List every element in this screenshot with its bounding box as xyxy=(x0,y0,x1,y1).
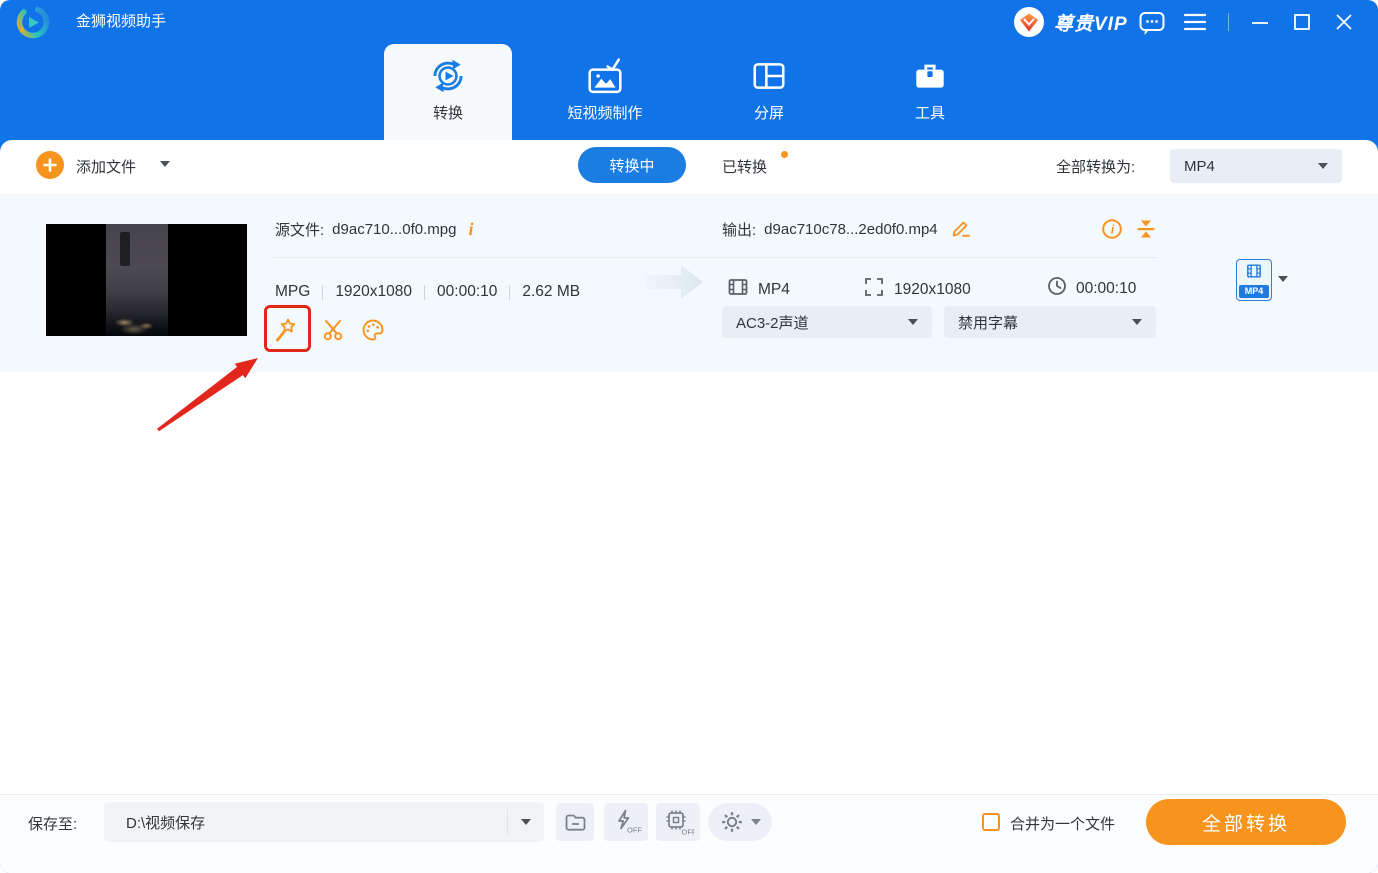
tab-converting[interactable]: 转换中 xyxy=(578,147,686,183)
open-folder-button[interactable] xyxy=(556,803,594,841)
settings-caret-icon xyxy=(750,819,761,825)
svg-text:OFF: OFF xyxy=(627,826,642,835)
output-file-line: 输出: d9ac710c78...2ed0f0.mp4 xyxy=(722,217,972,241)
tab-split-screen[interactable]: 分屏 xyxy=(712,44,826,140)
source-filename: d9ac710...0f0.mpg xyxy=(332,220,457,238)
compress-icon[interactable] xyxy=(1134,217,1158,241)
source-duration: 00:00:10 xyxy=(437,283,498,300)
file-format-caret-icon[interactable] xyxy=(1278,276,1288,282)
trim-scissors-icon[interactable] xyxy=(320,317,346,343)
out-format: MP4 xyxy=(758,280,790,298)
tab-tools-label: 工具 xyxy=(914,105,945,122)
gear-icon xyxy=(721,812,742,832)
expand-icon xyxy=(862,275,886,304)
subtitle-value: 禁用字幕 xyxy=(958,314,1019,332)
tab-convert[interactable]: 转换 xyxy=(384,44,512,140)
meta-separator xyxy=(509,284,511,300)
folder-icon xyxy=(565,814,586,831)
svg-text:i: i xyxy=(1111,223,1115,237)
audio-track-dropdown[interactable]: AC3-2声道 xyxy=(722,306,932,338)
converted-new-dot xyxy=(781,151,788,158)
file-row-divider xyxy=(273,257,1157,258)
meta-separator xyxy=(424,284,426,300)
gpu-accel-toggle[interactable]: OFF xyxy=(656,803,700,841)
hardware-accel-toggle[interactable]: OFF xyxy=(604,803,648,841)
subtitle-dropdown[interactable]: 禁用字幕 xyxy=(944,306,1156,338)
global-format-value: MP4 xyxy=(1184,157,1215,175)
source-file-line: 源文件: d9ac710...0f0.mpg i xyxy=(275,217,473,241)
menu-hamburger-icon[interactable] xyxy=(1182,12,1208,32)
source-label: 源文件: xyxy=(275,221,325,239)
chip-off-icon: OFF xyxy=(666,810,695,837)
save-path-input[interactable]: D:\视频保存 xyxy=(104,802,544,842)
titlebar-divider xyxy=(1228,13,1229,31)
effects-magic-wand-icon[interactable] xyxy=(274,316,302,344)
film-icon xyxy=(726,275,750,304)
clock-icon xyxy=(1046,275,1068,302)
out-duration-group: 00:00:10 xyxy=(1046,275,1136,302)
tab-converted[interactable]: 已转换 xyxy=(722,156,767,177)
source-size: 2.62 MB xyxy=(522,283,581,300)
video-thumbnail[interactable] xyxy=(46,224,247,336)
merge-label: 合并为一个文件 xyxy=(1010,816,1116,833)
convert-icon xyxy=(429,56,467,96)
close-button[interactable] xyxy=(1330,8,1358,36)
add-file-plus-icon[interactable] xyxy=(36,151,64,179)
app-title: 金狮视频助手 xyxy=(76,13,167,30)
color-palette-icon[interactable] xyxy=(360,317,386,343)
transfer-arrow-icon xyxy=(645,262,705,302)
convert-all-button[interactable]: 全部转换 xyxy=(1146,799,1346,845)
feedback-message-icon[interactable] xyxy=(1138,10,1166,36)
out-resolution: 1920x1080 xyxy=(894,280,971,298)
file-format-badge-label: MP4 xyxy=(1239,285,1269,298)
file-format-badge[interactable]: MP4 xyxy=(1236,259,1272,301)
output-filename: d9ac710c78...2ed0f0.mp4 xyxy=(764,220,938,238)
maximize-button[interactable] xyxy=(1288,8,1316,36)
toolbox-icon xyxy=(911,56,949,96)
save-path-caret-icon[interactable] xyxy=(521,819,531,825)
tab-split-screen-label: 分屏 xyxy=(753,105,784,122)
output-label: 输出: xyxy=(722,221,757,239)
save-path-divider xyxy=(507,809,508,835)
tab-tools[interactable]: 工具 xyxy=(874,44,986,140)
global-format-caret-icon xyxy=(1318,163,1328,169)
audio-track-caret-icon xyxy=(908,319,918,325)
tab-short-video-label: 短视频制作 xyxy=(567,105,643,122)
thumbnail-frame xyxy=(106,224,168,336)
source-format: MPG xyxy=(275,283,311,300)
source-info-icon[interactable]: i xyxy=(468,219,473,240)
settings-button[interactable] xyxy=(708,803,772,841)
out-resolution-group: 1920x1080 xyxy=(862,275,971,304)
out-format-group: MP4 xyxy=(726,275,790,304)
lightning-off-icon: OFF xyxy=(618,809,642,835)
short-video-icon xyxy=(586,56,624,96)
convert-all-label: 全部转换为: xyxy=(1056,159,1136,176)
out-duration: 00:00:10 xyxy=(1076,279,1137,297)
output-info-circle-icon[interactable]: i xyxy=(1100,217,1124,241)
save-to-label: 保存至: xyxy=(28,816,78,833)
save-path-value: D:\视频保存 xyxy=(126,814,206,832)
app-logo-icon xyxy=(14,3,52,41)
source-resolution: 1920x1080 xyxy=(335,283,413,300)
rename-pencil-icon[interactable] xyxy=(950,216,972,243)
tab-convert-label: 转换 xyxy=(432,105,463,122)
split-screen-icon xyxy=(750,56,788,96)
subtitle-caret-icon xyxy=(1132,319,1142,325)
source-meta-line: MPG 1920x1080 00:00:10 2.62 MB xyxy=(275,281,580,303)
app-window: 金狮视频助手 尊贵VIP 转换 短视频制作 分屏 工具 添加文件 转换中 已转换… xyxy=(0,0,1378,873)
audio-track-value: AC3-2声道 xyxy=(736,314,809,332)
add-file-button[interactable]: 添加文件 xyxy=(76,156,136,177)
vip-badge-icon[interactable] xyxy=(1014,7,1044,37)
add-file-caret-icon[interactable] xyxy=(160,161,170,167)
tab-short-video[interactable]: 短视频制作 xyxy=(528,44,682,140)
svg-text:OFF: OFF xyxy=(682,828,695,837)
meta-separator xyxy=(322,284,324,300)
minimize-button[interactable] xyxy=(1246,8,1274,36)
global-format-dropdown[interactable]: MP4 xyxy=(1170,149,1342,183)
merge-checkbox[interactable] xyxy=(982,813,1000,831)
film-icon xyxy=(1247,264,1261,278)
vip-label[interactable]: 尊贵VIP xyxy=(1054,9,1128,36)
